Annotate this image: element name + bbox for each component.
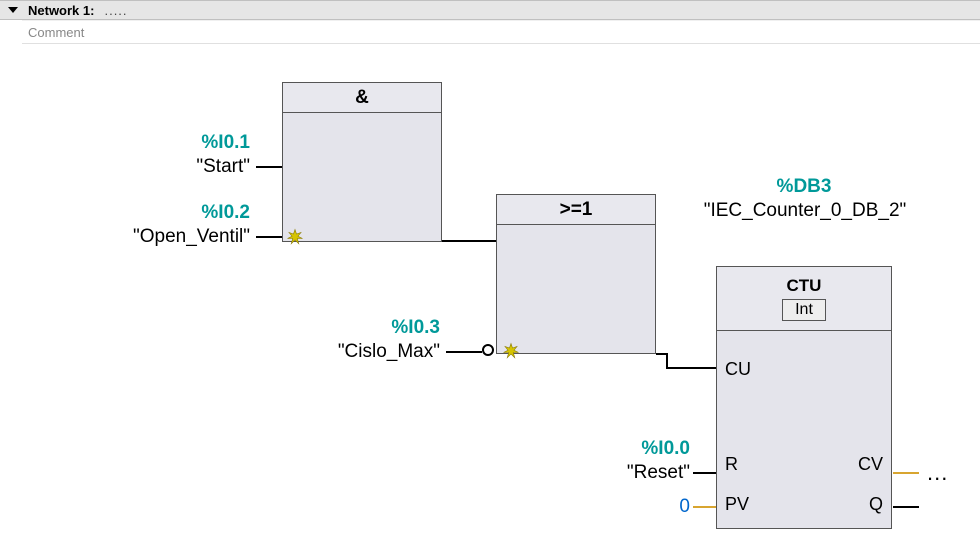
or-block-header: >=1 [497, 195, 655, 225]
wire-pv [693, 506, 716, 508]
wire-cv-out [893, 472, 919, 474]
network-header[interactable]: Network 1: ..... [0, 0, 980, 20]
burst-icon-cislo-max [502, 342, 520, 360]
fbd-canvas[interactable]: & >=1 CTU Int CU R PV CV Q %DB3 "IEC_Cou… [0, 44, 980, 546]
negation-icon-cislo-max [482, 344, 494, 356]
ctu-pin-r: R [725, 454, 738, 475]
pv-constant: 0 [640, 496, 690, 518]
open-ventil-addr: %I0.2 [100, 202, 250, 224]
or-block[interactable]: >=1 [496, 194, 656, 354]
collapse-chevron-icon[interactable] [8, 7, 18, 13]
and-block[interactable]: & [282, 82, 442, 242]
ctu-block-header: CTU Int [717, 267, 891, 331]
ctu-instance-sym: "IEC_Counter_0_DB_2" [700, 200, 910, 222]
reset-sym: "Reset" [560, 462, 690, 484]
start-addr: %I0.1 [130, 132, 250, 154]
wire-reset [693, 472, 716, 474]
ctu-block[interactable]: CTU Int CU R PV CV Q [716, 266, 892, 529]
ctu-title: CTU [787, 276, 822, 296]
start-sym: "Start" [130, 156, 250, 178]
network-comment[interactable]: Comment [22, 20, 980, 44]
cv-ellipsis: ... [927, 460, 948, 486]
wire-start [256, 166, 282, 168]
wire-cislo-max [446, 351, 482, 353]
wire-open-ventil [256, 236, 282, 238]
network-title-suffix: ..... [104, 3, 127, 18]
wire-or-out-h [656, 353, 666, 355]
ctu-pin-cv: CV [858, 454, 883, 475]
ctu-pin-pv: PV [725, 494, 749, 515]
wire-to-cu [666, 367, 716, 369]
and-block-header: & [283, 83, 441, 113]
ctu-pin-q: Q [869, 494, 883, 515]
wire-and-to-or [442, 240, 496, 242]
ctu-instance-addr: %DB3 [716, 176, 892, 198]
cislo-max-sym: "Cislo_Max" [310, 341, 440, 363]
cislo-max-addr: %I0.3 [310, 317, 440, 339]
wire-q-out [893, 506, 919, 508]
ctu-datatype: Int [782, 299, 826, 321]
open-ventil-sym: "Open_Ventil" [100, 226, 250, 248]
burst-icon-open-ventil [286, 228, 304, 246]
ctu-pin-cu: CU [725, 359, 751, 380]
network-title: Network 1: [28, 3, 94, 18]
reset-addr: %I0.0 [560, 438, 690, 460]
